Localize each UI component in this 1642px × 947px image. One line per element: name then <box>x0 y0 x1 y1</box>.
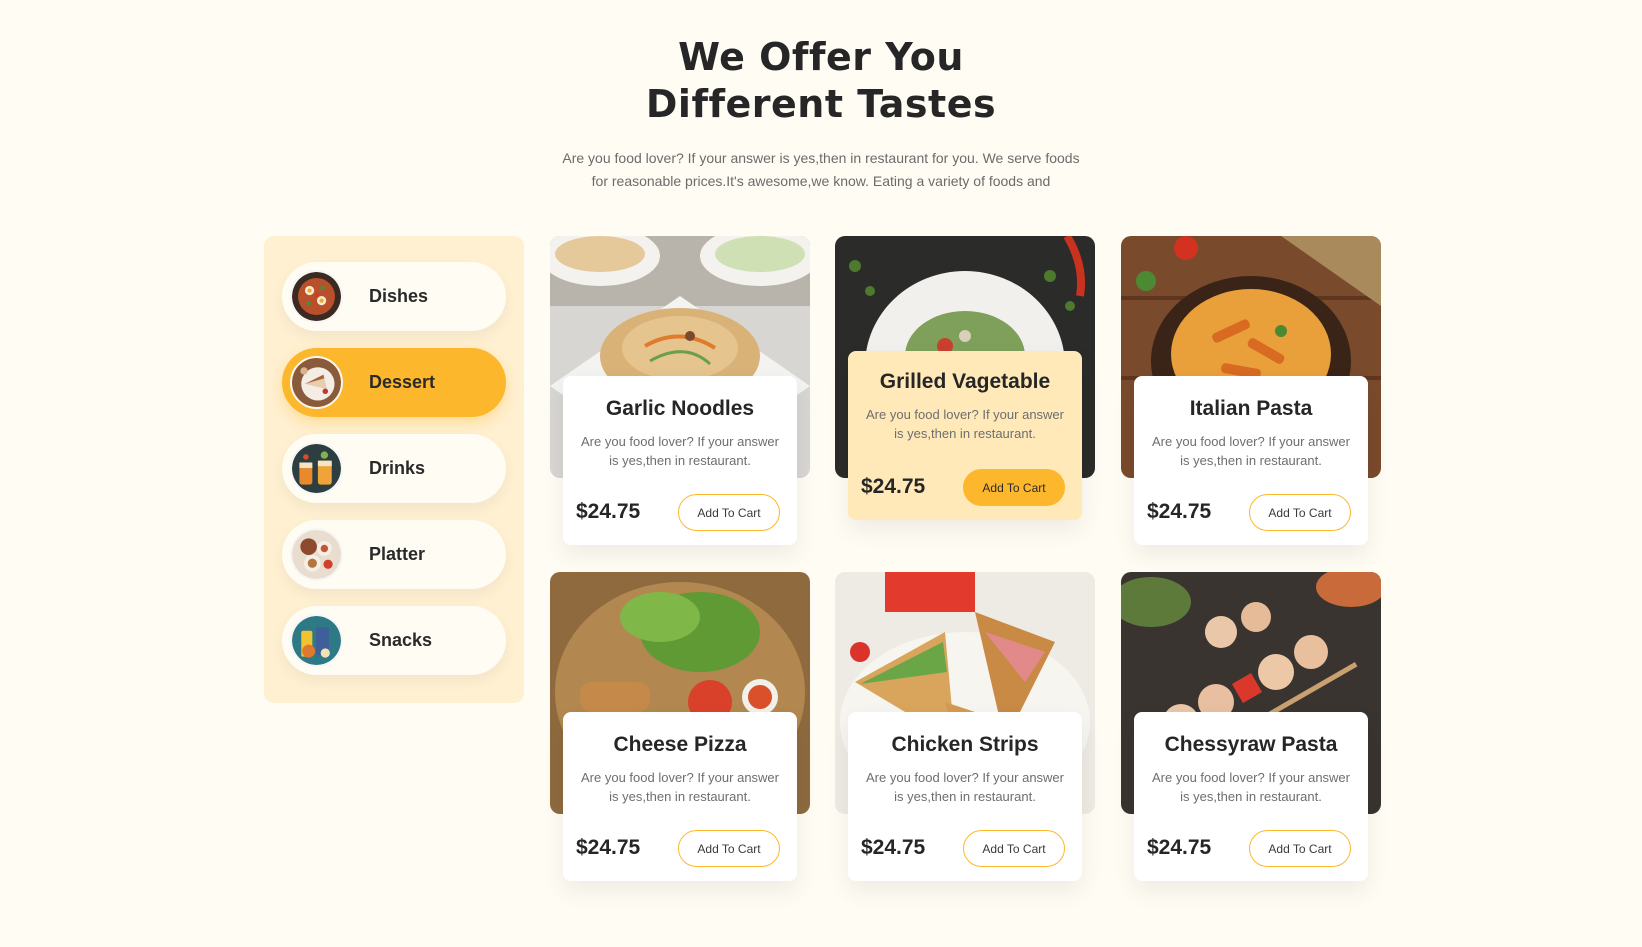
product-info-card: Chessyraw Pasta Are you food lover? If y… <box>1134 712 1368 881</box>
product-info-card: Garlic Noodles Are you food lover? If yo… <box>563 376 797 545</box>
product-price: $24.75 <box>861 475 926 498</box>
product-name: Grilled Vagetable <box>879 370 1051 393</box>
dessert-thumbnail-icon <box>290 356 343 409</box>
category-dishes[interactable]: Dishes <box>282 262 506 331</box>
category-label: Platter <box>369 544 426 564</box>
product-name: Chessyraw Pasta <box>1164 733 1338 756</box>
product-description: Are you food lover? If your answer is ye… <box>1152 770 1350 804</box>
product-price: $24.75 <box>1147 836 1212 859</box>
category-label: Drinks <box>369 458 426 478</box>
add-to-cart-button[interactable]: Add To Cart <box>1249 830 1351 867</box>
product-name: Chicken Strips <box>891 733 1039 756</box>
product-name: Cheese Pizza <box>613 733 747 756</box>
product-info-card: Grilled Vagetable Are you food lover? If… <box>848 351 1082 520</box>
product-price: $24.75 <box>576 500 641 523</box>
drinks-thumbnail-icon <box>290 442 343 495</box>
category-snacks[interactable]: Snacks <box>282 606 506 675</box>
add-to-cart-button[interactable]: Add To Cart <box>963 469 1065 506</box>
product-price: $24.75 <box>861 836 926 859</box>
category-label: Snacks <box>369 630 433 650</box>
product-info-card: Italian Pasta Are you food lover? If you… <box>1134 376 1368 545</box>
subtitle-line-1: Are you food lover? If your answer is ye… <box>562 150 1080 166</box>
add-to-cart-button[interactable]: Add To Cart <box>678 830 780 867</box>
add-to-cart-button[interactable]: Add To Cart <box>678 494 780 531</box>
product-name: Garlic Noodles <box>605 397 755 420</box>
category-dessert[interactable]: Dessert <box>282 348 506 417</box>
add-to-cart-button[interactable]: Add To Cart <box>1249 494 1351 531</box>
product-price: $24.75 <box>576 836 641 859</box>
category-drinks[interactable]: Drinks <box>282 434 506 503</box>
page-title: We Offer You Different Tastes <box>0 34 1642 128</box>
category-label: Dishes <box>369 286 429 306</box>
product-price: $24.75 <box>1147 500 1212 523</box>
title-line-1: We Offer You <box>678 35 964 79</box>
product-info-card: Chicken Strips Are you food lover? If yo… <box>848 712 1082 881</box>
title-line-2: Different Tastes <box>645 82 997 126</box>
product-description: Are you food lover? If your answer is ye… <box>581 434 779 468</box>
product-description: Are you food lover? If your answer is ye… <box>866 770 1064 804</box>
category-sidebar: Dishes Dessert Drinks Platter Snacks <box>264 236 524 703</box>
platter-thumbnail-icon <box>290 528 343 581</box>
dishes-thumbnail-icon <box>290 270 343 323</box>
snacks-thumbnail-icon <box>290 614 343 667</box>
product-description: Are you food lover? If your answer is ye… <box>581 770 779 804</box>
category-platter[interactable]: Platter <box>282 520 506 589</box>
category-label: Dessert <box>369 372 436 392</box>
subtitle-line-2: for reasonable prices.It's awesome,we kn… <box>591 173 1051 189</box>
page-subtitle: Are you food lover? If your answer is ye… <box>551 147 1091 193</box>
product-description: Are you food lover? If your answer is ye… <box>1152 434 1350 468</box>
product-info-card: Cheese Pizza Are you food lover? If your… <box>563 712 797 881</box>
product-name: Italian Pasta <box>1189 397 1313 420</box>
add-to-cart-button[interactable]: Add To Cart <box>963 830 1065 867</box>
product-description: Are you food lover? If your answer is ye… <box>866 407 1064 441</box>
section-header: We Offer You Different Tastes Are you fo… <box>0 34 1642 193</box>
